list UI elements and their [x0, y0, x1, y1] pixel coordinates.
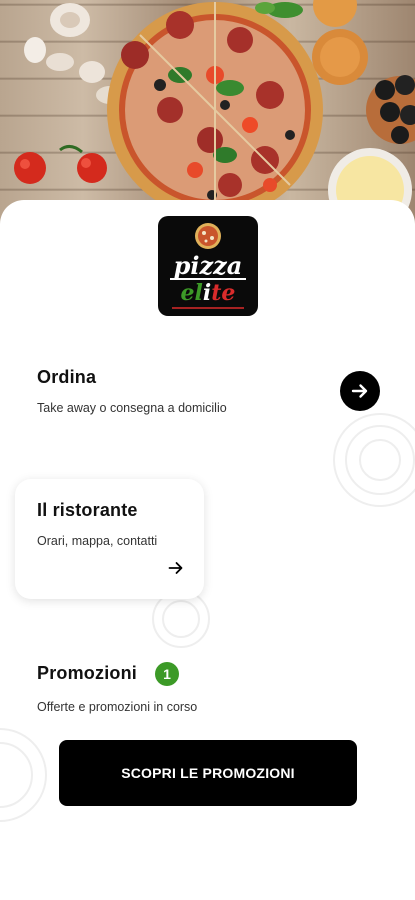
promotions-count-badge: 1: [155, 662, 179, 686]
logo-graphic: pizza elite: [170, 223, 246, 309]
restaurant-subtitle: Orari, mappa, contatti: [37, 534, 158, 548]
content-sheet: pizza elite Ordina Take away o consegna …: [0, 200, 415, 900]
logo-word-pizza: pizza: [174, 251, 243, 280]
pizza-photo: [14, 0, 415, 225]
arrow-right-icon: [168, 562, 183, 574]
order-subtitle: Take away o consegna a domicilio: [37, 401, 227, 415]
order-button[interactable]: [340, 371, 380, 411]
pizza-elite-logo: pizza elite: [158, 216, 258, 316]
decorative-circles: [0, 728, 47, 822]
restaurant-title: Il ristorante: [37, 500, 138, 520]
arrow-right-icon: [351, 384, 368, 398]
hero-image: [0, 0, 415, 225]
order-title[interactable]: Ordina: [37, 367, 96, 388]
decorative-circles: [333, 413, 415, 507]
promotions-title: Promozioni: [37, 663, 137, 683]
restaurant-card[interactable]: Il ristorante Orari, mappa, contatti: [15, 479, 204, 599]
promotions-subtitle: Offerte e promozioni in corso: [37, 700, 198, 714]
discover-promotions-button[interactable]: SCOPRI LE PROMOZIONI: [59, 740, 357, 806]
logo-word-elite: elite: [181, 280, 236, 306]
